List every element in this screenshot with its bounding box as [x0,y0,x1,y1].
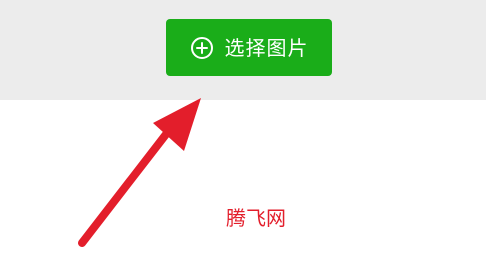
select-image-label: 选择图片 [224,35,309,60]
watermark-text: 腾飞网 [226,206,286,230]
upload-toolbar: 选择图片 [0,0,486,100]
select-image-button[interactable]: 选择图片 [166,19,332,76]
plus-circle-icon [190,36,214,60]
